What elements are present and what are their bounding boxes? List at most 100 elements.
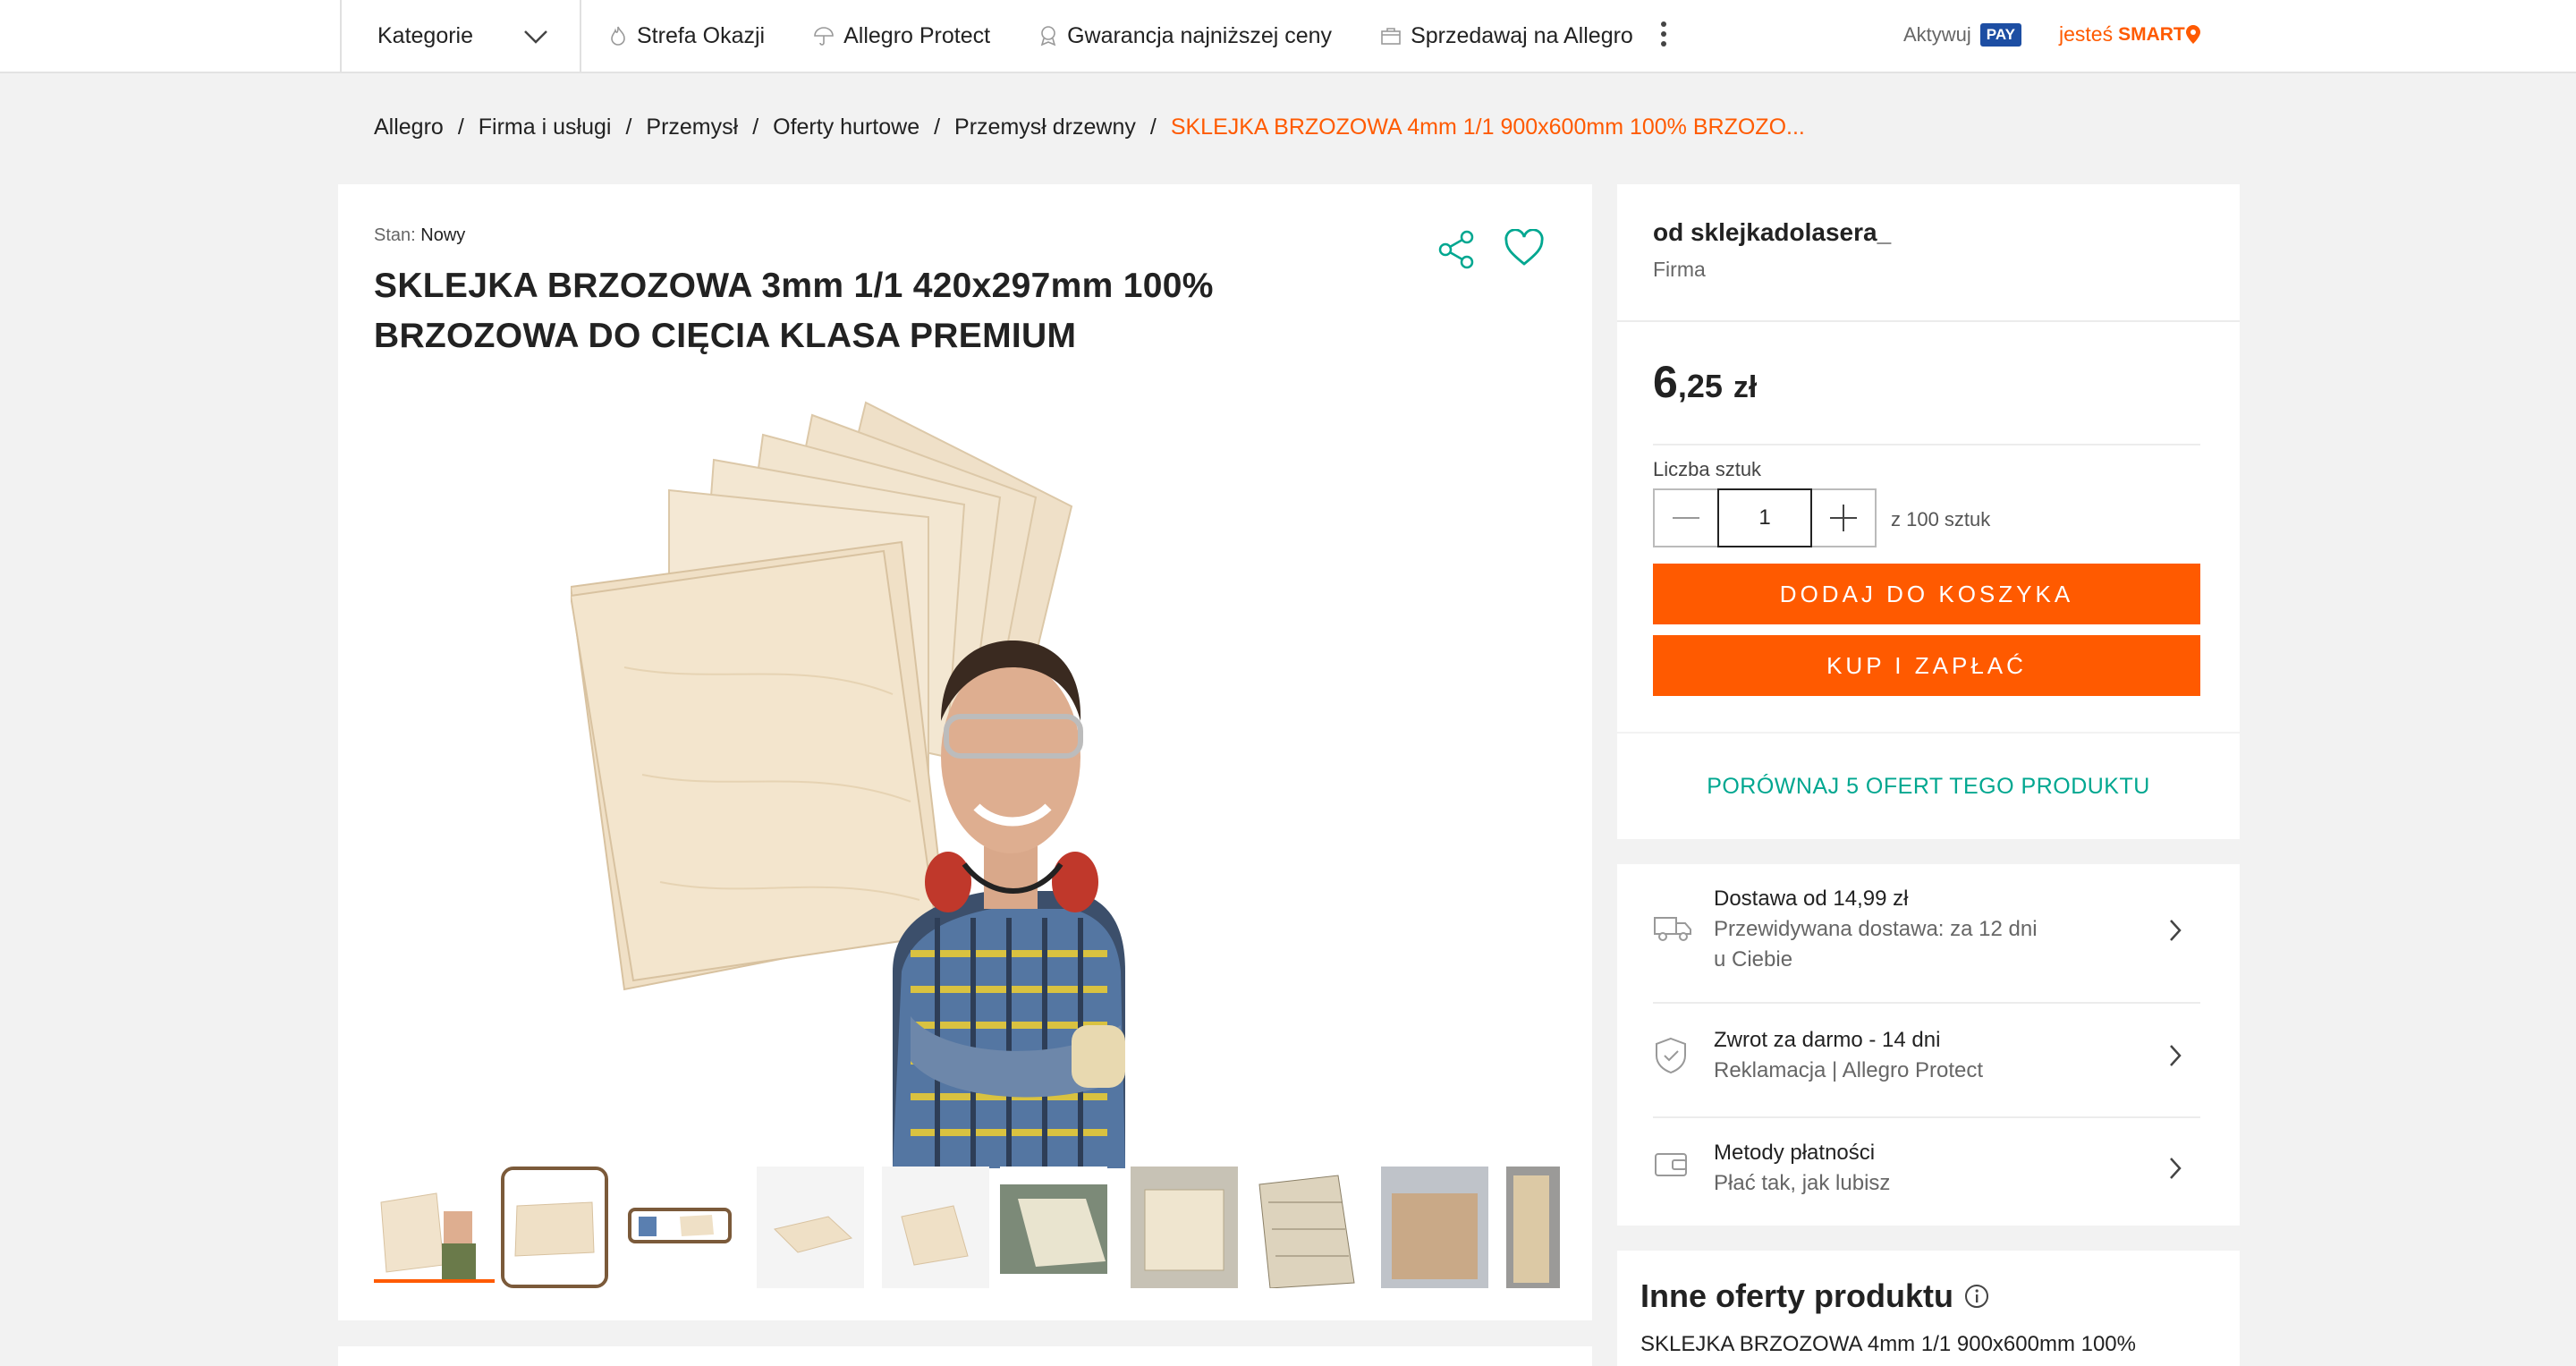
nav-link-gwarancja[interactable]: Gwarancja najniższej ceny	[1038, 23, 1332, 49]
delivery-title: Dostawa od 14,99 zł	[1714, 887, 1909, 911]
other-offer-item-title[interactable]: SKLEJKA BRZOZOWA 4mm 1/1 900x600mm 100%	[1640, 1329, 2213, 1360]
thumbnail[interactable]	[1381, 1167, 1488, 1288]
payment-subtitle: Płać tak, jak lubisz	[1714, 1171, 1891, 1195]
store-icon	[1381, 28, 1401, 45]
categories-label: Kategorie	[377, 22, 474, 48]
thumbnail[interactable]	[882, 1167, 989, 1288]
minus-icon	[1673, 517, 1699, 519]
thumbnail-strip	[374, 1159, 1589, 1292]
compare-card: PORÓWNAJ 5 OFERT TEGO PRODUKTU	[1617, 734, 2240, 839]
breadcrumb-separator: /	[457, 115, 464, 140]
description-card	[338, 1346, 1592, 1366]
condition: Stan: Nowy	[374, 225, 465, 246]
condition-label: Stan:	[374, 225, 416, 245]
thumbnail[interactable]	[1131, 1167, 1238, 1288]
quantity-input[interactable]	[1717, 488, 1812, 547]
buy-now-button[interactable]: KUP I ZAPŁAĆ	[1653, 635, 2200, 696]
thumbnail[interactable]	[1256, 1167, 1363, 1288]
condition-value: Nowy	[420, 225, 466, 245]
quantity-stepper	[1653, 488, 1877, 547]
available-quantity: z 100 sztuk	[1891, 508, 1991, 530]
heart-icon[interactable]	[1504, 229, 1545, 268]
thumbnail[interactable]	[1506, 1167, 1560, 1288]
breadcrumb-item[interactable]: Przemysł	[646, 115, 738, 140]
price: 6 ,25 zł	[1653, 356, 1757, 408]
product-title: SKLEJKA BRZOZOWA 3mm 1/1 420x297mm 100% …	[374, 267, 1214, 355]
returns-row[interactable]: Zwrot za darmo - 14 dni Reklamacja | All…	[1653, 1025, 2200, 1107]
delivery-estimate: Przewidywana dostawa: za 12 dni	[1714, 917, 2038, 941]
returns-subtitle: Reklamacja | Allegro Protect	[1714, 1058, 1984, 1082]
nav-link-sprzedawaj[interactable]: Sprzedawaj na Allegro	[1380, 23, 1633, 49]
thumbnail[interactable]	[374, 1167, 481, 1288]
wallet-icon	[1655, 1153, 1687, 1176]
smart-label: SMART	[2118, 23, 2185, 45]
delivery-info-card: Dostawa od 14,99 zł Przewidywana dostawa…	[1617, 864, 2240, 1226]
product-main-image[interactable]	[571, 399, 1125, 1168]
nav-link-label: Gwarancja najniższej ceny	[1067, 22, 1333, 48]
other-offers-heading: Inne oferty produktu	[1640, 1277, 1989, 1315]
breadcrumb-item[interactable]: Allegro	[374, 115, 444, 140]
thumbnail[interactable]	[626, 1167, 733, 1288]
selected-thumbnail-indicator	[374, 1279, 495, 1283]
thumbnail[interactable]	[1000, 1167, 1107, 1288]
share-icon[interactable]	[1436, 229, 1478, 270]
umbrella-icon	[814, 27, 834, 46]
smart-link[interactable]: jesteś SMART	[2059, 22, 2201, 47]
nav-link-label: Sprzedawaj na Allegro	[1411, 22, 1633, 48]
other-offers-title: Inne oferty produktu	[1640, 1277, 1953, 1314]
breadcrumb-separator: /	[934, 115, 941, 140]
add-to-cart-button[interactable]: DODAJ DO KOSZYKA	[1653, 564, 2200, 624]
divider	[1617, 320, 2240, 322]
badge-icon	[1040, 26, 1056, 47]
divider	[1653, 1116, 2200, 1118]
decrease-button[interactable]	[1655, 490, 1717, 546]
chevron-right-icon	[2170, 1045, 2182, 1066]
chevron-right-icon	[2170, 920, 2182, 941]
nav-link-strefa-okazji[interactable]: Strefa Okazji	[608, 23, 765, 49]
aktywuj-label: Aktywuj	[1903, 23, 1971, 46]
plus-icon	[1830, 505, 1857, 531]
delivery-row[interactable]: Dostawa od 14,99 zł Przewidywana dostawa…	[1653, 884, 2200, 993]
truck-icon	[1654, 917, 1691, 941]
returns-title: Zwrot za darmo - 14 dni	[1714, 1028, 1941, 1052]
thumbnail[interactable]	[501, 1167, 608, 1288]
delivery-estimate-line2: u Ciebie	[1714, 947, 1793, 971]
top-links: Strefa Okazji Allegro Protect Gwarancja …	[608, 0, 1682, 72]
nav-link-allegro-protect[interactable]: Allegro Protect	[813, 23, 990, 49]
smart-prefix: jesteś	[2059, 22, 2114, 46]
breadcrumb-current: SKLEJKA BRZOZOWA 4mm 1/1 900x600mm 100% …	[1170, 115, 1805, 140]
breadcrumb-separator: /	[1149, 115, 1157, 140]
categories-dropdown[interactable]: Kategorie	[340, 0, 581, 72]
nav-link-label: Strefa Okazji	[637, 22, 766, 48]
product-card: Stan: Nowy SKLEJKA BRZOZOWA 3mm 1/1 420x…	[338, 184, 1592, 1320]
quantity-label: Liczba sztuk	[1653, 458, 1762, 480]
price-decimal: ,25	[1677, 368, 1723, 404]
smart-pin-icon	[2185, 24, 2200, 44]
payment-title: Metody płatności	[1714, 1141, 1876, 1165]
price-currency: zł	[1733, 370, 1758, 404]
flame-icon	[611, 26, 625, 46]
compare-offers-link[interactable]: PORÓWNAJ 5 OFERT TEGO PRODUKTU	[1617, 734, 2240, 839]
more-menu-icon[interactable]	[1655, 18, 1673, 54]
other-offers-card: Inne oferty produktu SKLEJKA BRZOZOWA 4m…	[1617, 1251, 2240, 1366]
breadcrumb-separator: /	[752, 115, 759, 140]
breadcrumb: Allegro / Firma i usługi / Przemysł / Of…	[374, 115, 1805, 140]
breadcrumb-item[interactable]: Firma i usługi	[479, 115, 612, 140]
shield-icon	[1656, 1037, 1686, 1074]
breadcrumb-item[interactable]: Oferty hurtowe	[773, 115, 919, 140]
allegro-pay-activate-link[interactable]: Aktywuj PAY	[1903, 23, 2021, 47]
seller-type: Firma	[1653, 258, 1706, 281]
buy-box: od sklejkadolasera_ Firma 6 ,25 zł Liczb…	[1617, 184, 2240, 732]
increase-button[interactable]	[1812, 490, 1875, 546]
payment-methods-row[interactable]: Metody płatności Płać tak, jak lubisz	[1653, 1138, 2200, 1209]
price-integer: 6	[1653, 357, 1678, 407]
divider	[1653, 1002, 2200, 1004]
breadcrumb-item[interactable]: Przemysł drzewny	[954, 115, 1136, 140]
info-icon[interactable]	[1964, 1284, 1989, 1309]
seller-name[interactable]: od sklejkadolasera_	[1653, 218, 1891, 247]
chevron-right-icon	[2170, 1158, 2182, 1179]
thumbnail[interactable]	[757, 1167, 864, 1288]
divider	[1653, 444, 2200, 445]
top-navigation-bar: Kategorie Strefa Okazji Allegro Protect …	[0, 0, 2576, 73]
breadcrumb-separator: /	[625, 115, 632, 140]
